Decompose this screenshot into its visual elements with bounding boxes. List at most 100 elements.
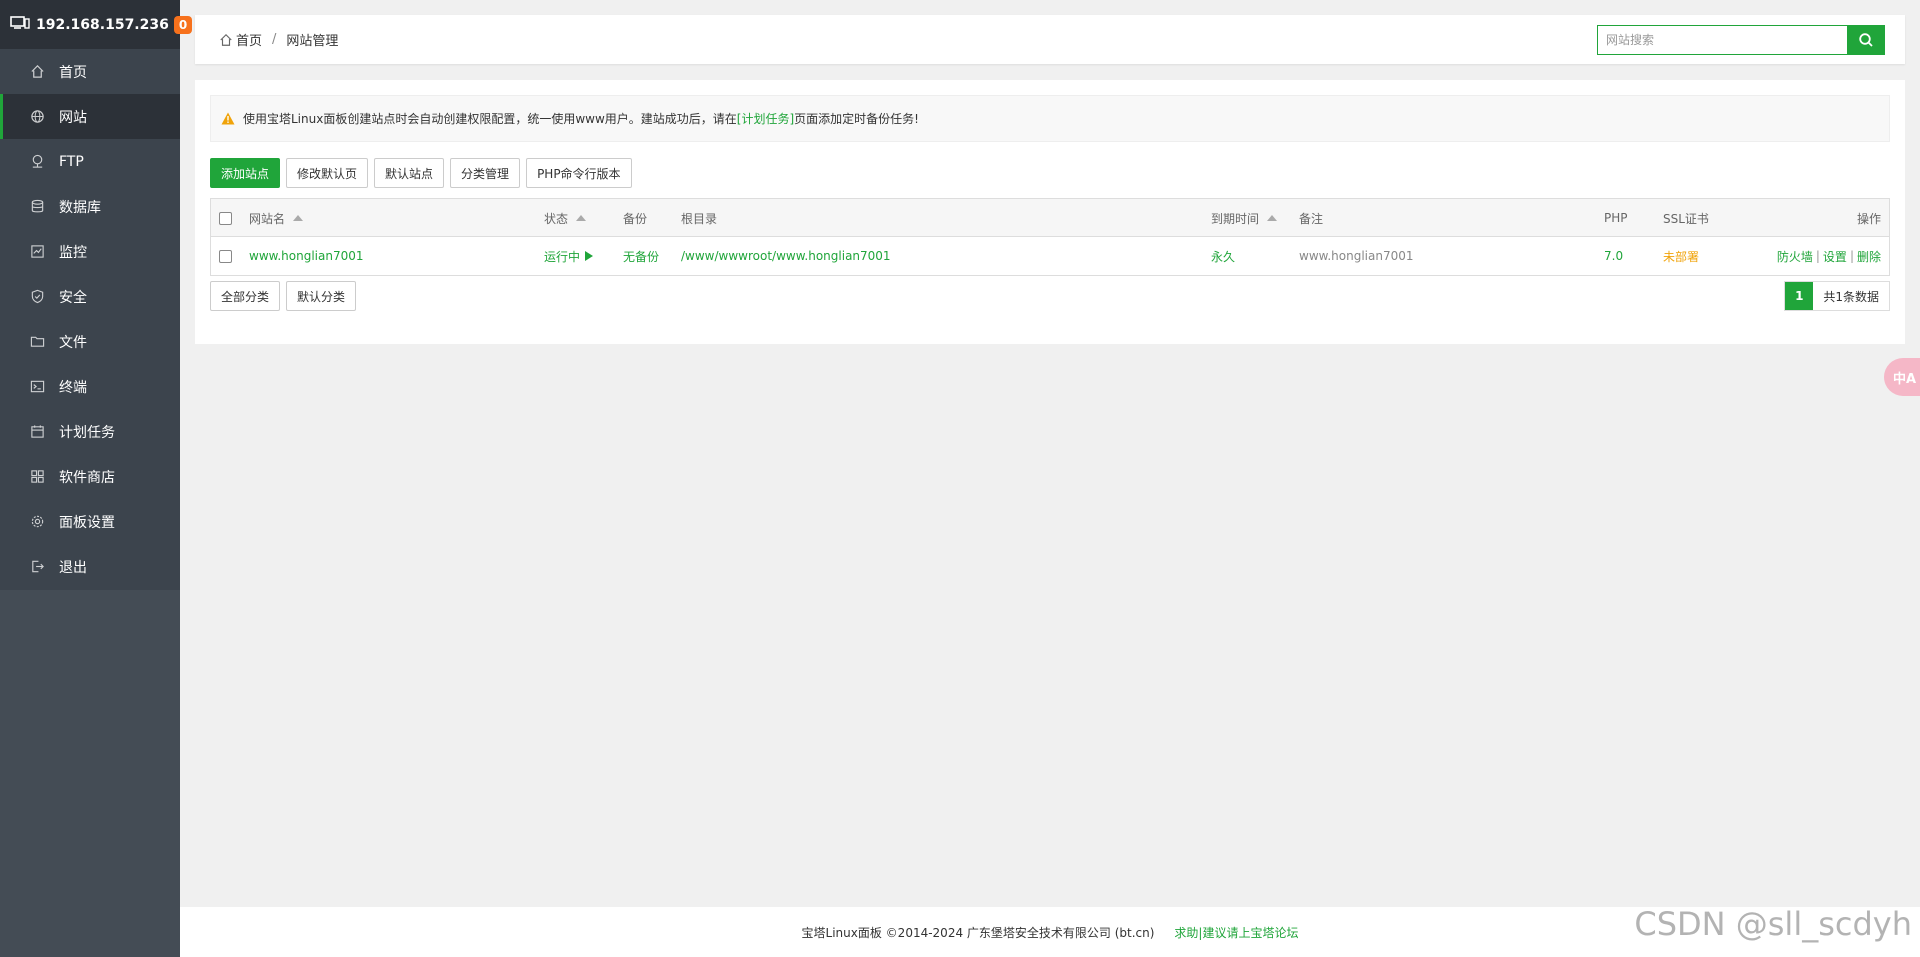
home-icon [220,33,232,46]
table-footer: 全部分类 默认分类 1 共1条数据 [210,281,1890,311]
sidebar-item-label: 面板设置 [59,514,115,531]
server-ip: 192.168.157.236 [36,16,169,33]
site-table: 网站名 状态 备份 根目录 到期时间 备注 PHP SSL证书 操作 www.h… [210,198,1890,276]
ops-separator: | [1815,249,1820,263]
site-php-link[interactable]: 7.0 [1604,237,1623,275]
header-status-label: 状态 [544,211,569,226]
site-ssl-link[interactable]: 未部署 [1663,237,1699,275]
all-categories-button[interactable]: 全部分类 [210,281,281,311]
delete-link[interactable]: 删除 [1857,248,1881,265]
notice-text: 使用宝塔Linux面板创建站点时会自动创建权限配置，统一使用www用户。建站成功… [243,112,737,126]
firewall-link[interactable]: 防火墙 [1777,248,1813,265]
site-backup-link[interactable]: 无备份 [623,237,659,275]
sidebar-item-monitor[interactable]: 监控 [0,229,180,274]
add-site-button[interactable]: 添加站点 [210,158,281,188]
watermark: CSDN @sll_scdyh [1634,905,1912,943]
toolbar: 添加站点 修改默认页 默认站点 分类管理 PHP命令行版本 [210,158,632,188]
table-header: 网站名 状态 备份 根目录 到期时间 备注 PHP SSL证书 操作 [211,199,1889,237]
default-category-button[interactable]: 默认分类 [286,281,357,311]
warning-icon [221,112,235,125]
sidebar-item-terminal[interactable]: 终端 [0,364,180,409]
cron-task-link[interactable]: [计划任务] [737,110,794,127]
header-expire-label: 到期时间 [1211,211,1260,226]
sidebar-item-label: FTP [59,153,84,170]
sidebar-item-label: 文件 [59,334,87,351]
calendar-icon [29,424,45,440]
site-status-label: 运行中 [544,249,581,264]
play-icon [585,251,594,261]
server-header: 192.168.157.236 0 [0,0,193,49]
notice-bar: 使用宝塔Linux面板创建站点时会自动创建权限配置，统一使用www用户。建站成功… [210,95,1890,142]
sidebar-item-label: 退出 [59,559,87,576]
header-name-label: 网站名 [249,211,286,226]
row-checkbox[interactable] [219,249,232,263]
database-icon [29,199,45,215]
message-badge[interactable]: 0 [173,15,193,34]
translate-float-button[interactable]: 中A [1884,358,1920,396]
sidebar-item-logout[interactable]: 退出 [0,544,180,589]
category-filter: 全部分类 默认分类 [210,281,1890,311]
settings-link[interactable]: 设置 [1823,248,1847,265]
sidebar-item-app-store[interactable]: 软件商店 [0,454,180,499]
sidebar-item-database[interactable]: 数据库 [0,184,180,229]
shield-icon [29,289,45,305]
header-ops: 操作 [1856,211,1881,226]
sidebar-item-website[interactable]: 网站 [0,94,180,139]
sidebar-item-label: 终端 [59,379,87,396]
sidebar-item-security[interactable]: 安全 [0,274,180,319]
select-all-cell [219,199,232,237]
sidebar-item-files[interactable]: 文件 [0,319,180,364]
sort-icon [293,215,304,221]
table-row: www.honglian7001 运行中 无备份 /www/wwwroot/ww… [211,237,1889,275]
site-expire-link[interactable]: 永久 [1211,237,1235,275]
edit-default-page-button[interactable]: 修改默认页 [286,158,369,188]
breadcrumb-separator: / [272,32,277,47]
sort-icon [576,215,587,221]
default-site-button[interactable]: 默认站点 [374,158,445,188]
site-status-toggle[interactable]: 运行中 [544,237,594,275]
sidebar-filler [0,590,180,957]
logout-icon [29,559,45,575]
sort-icon [1267,215,1278,221]
php-cli-version-button[interactable]: PHP命令行版本 [526,158,632,188]
sidebar-item-label: 首页 [59,64,87,81]
sidebar: 192.168.157.236 0 首页 网站 FTP 数据库 监控 安全 文件… [0,0,193,957]
select-all-checkbox[interactable] [219,211,232,225]
search-input[interactable] [1597,25,1847,55]
search-icon [1859,33,1873,47]
sidebar-item-label: 软件商店 [59,469,115,486]
site-root-link[interactable]: /www/wwwroot/www.honglian7001 [681,237,891,275]
sidebar-item-ftp[interactable]: FTP [0,139,180,184]
pagination: 1 共1条数据 [1784,281,1890,311]
site-name-link[interactable]: www.honglian7001 [249,237,364,275]
copyright-text: 宝塔Linux面板 ©2014-2024 广东堡塔安全技术有限公司 (bt.cn… [801,925,1155,940]
site-ops: 防火墙 | 设置 | 删除 [1777,237,1881,275]
home-icon [29,64,45,80]
header-expire[interactable]: 到期时间 [1211,199,1278,237]
row-checkbox-cell [219,237,232,275]
header-php: PHP [1604,211,1628,225]
breadcrumb-home[interactable]: 首页 [236,30,262,49]
top-bar: 首页 / 网站管理 [195,15,1905,64]
terminal-icon [29,379,45,395]
sidebar-item-label: 安全 [59,289,87,306]
page-total: 共1条数据 [1813,282,1889,310]
sidebar-item-home[interactable]: 首页 [0,49,180,94]
header-root: 根目录 [681,211,718,226]
site-remark[interactable]: www.honglian7001 [1299,237,1414,275]
globe-icon [29,109,45,125]
monitor-icon [29,244,45,260]
search-button[interactable] [1847,25,1885,55]
sidebar-item-cron[interactable]: 计划任务 [0,409,180,454]
sidebar-item-label: 监控 [59,244,87,261]
header-name[interactable]: 网站名 [249,199,304,237]
sidebar-item-panel-settings[interactable]: 面板设置 [0,499,180,544]
category-manage-button[interactable]: 分类管理 [450,158,521,188]
page-current[interactable]: 1 [1785,282,1814,310]
sidebar-item-label: 数据库 [59,199,101,216]
header-status[interactable]: 状态 [544,199,587,237]
monitor-screen-icon [10,15,30,34]
ftp-icon [29,154,45,170]
forum-link[interactable]: 求助|建议请上宝塔论坛 [1174,924,1298,941]
header-backup: 备份 [623,211,648,226]
